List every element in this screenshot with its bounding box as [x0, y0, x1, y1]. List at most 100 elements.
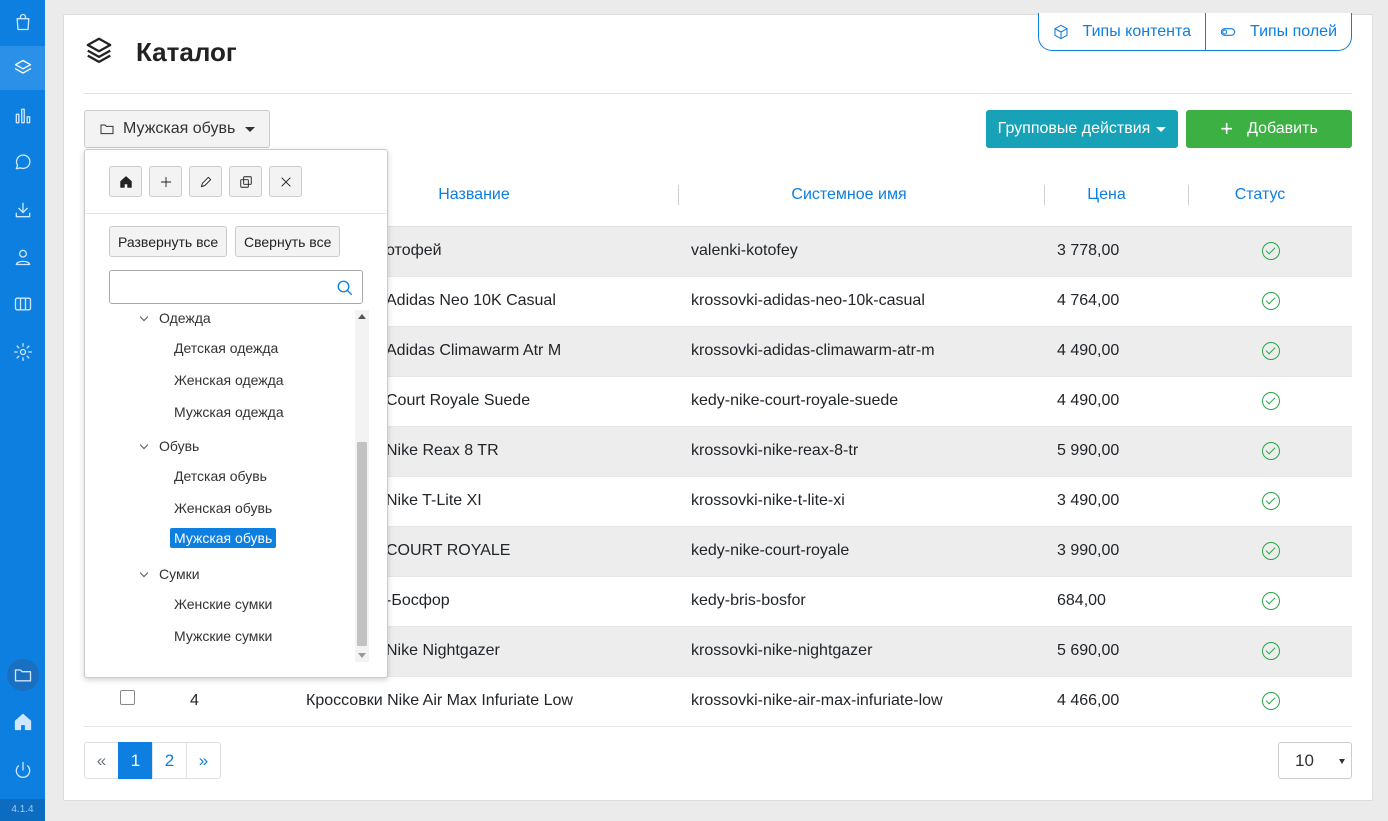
tree-node-clothing[interactable]: Одежда	[139, 310, 211, 326]
category-select-label: Мужская обувь	[123, 120, 236, 137]
bag-icon[interactable]	[0, 0, 45, 44]
row-title[interactable]: Nike T-Lite XI	[386, 477, 482, 525]
status-active-icon[interactable]	[1262, 292, 1280, 310]
row-title[interactable]: Adidas Climawarm Atr M	[386, 327, 561, 375]
gear-icon[interactable]	[0, 330, 45, 374]
column-separator	[1188, 185, 1189, 205]
page-title: Каталог	[136, 37, 237, 67]
tree-node-label: Обувь	[159, 438, 200, 454]
tree-search-input[interactable]	[109, 270, 363, 304]
tree-edit-button[interactable]	[189, 166, 222, 197]
column-header-title[interactable]: Название	[384, 175, 564, 227]
user-icon[interactable]	[0, 235, 45, 279]
cube-icon	[1053, 24, 1068, 39]
status-active-icon[interactable]	[1262, 542, 1280, 560]
toggle-icon	[1220, 27, 1236, 36]
tree-node-men-clothing[interactable]: Мужская одежда	[174, 404, 284, 420]
download-icon[interactable]	[0, 188, 45, 232]
row-price: 4 490,00	[1057, 392, 1120, 409]
scroll-down-icon[interactable]	[358, 653, 366, 658]
bar-chart-icon[interactable]	[0, 94, 45, 138]
status-active-icon[interactable]	[1262, 692, 1280, 710]
column-separator	[1044, 185, 1045, 205]
category-tree: Одежда Детская одежда Женская одежда Муж…	[85, 310, 353, 660]
power-icon[interactable]	[0, 748, 45, 792]
scroll-up-icon[interactable]	[358, 314, 366, 319]
column-header-slug[interactable]: Системное имя	[724, 175, 974, 227]
column-header-price[interactable]: Цена	[1069, 175, 1144, 227]
scrollbar-thumb[interactable]	[357, 442, 367, 646]
per-page-value: 10	[1295, 750, 1314, 770]
row-slug: valenki-kotofey	[691, 242, 798, 259]
chevron-down-icon[interactable]	[139, 440, 149, 450]
table-row[interactable]: 4 Кроссовки Nike Air Max Infuriate Low k…	[84, 677, 1352, 727]
content-tabs: Типы контента Типы полей	[1037, 13, 1352, 51]
row-title[interactable]: COURT ROYALE	[386, 527, 510, 575]
tree-copy-button[interactable]	[229, 166, 262, 197]
row-slug: kedy-nike-court-royale	[691, 542, 850, 559]
page-header: Каталог	[84, 35, 237, 70]
pagination-prev[interactable]: «	[84, 742, 119, 779]
folder-icon[interactable]	[0, 653, 45, 697]
tab-content-types[interactable]: Типы контента	[1037, 13, 1206, 51]
status-active-icon[interactable]	[1262, 642, 1280, 660]
tree-add-button[interactable]	[149, 166, 182, 197]
row-price: 684,00	[1057, 592, 1106, 609]
status-active-icon[interactable]	[1262, 442, 1280, 460]
tree-node-label: Сумки	[159, 566, 200, 582]
home-icon[interactable]	[0, 700, 45, 744]
chevron-down-icon	[1339, 759, 1345, 764]
row-title[interactable]: Court Royale Suede	[386, 377, 530, 425]
row-id: 4	[190, 692, 199, 709]
per-page-select[interactable]: 10	[1278, 742, 1352, 779]
status-active-icon[interactable]	[1262, 392, 1280, 410]
tree-scrollbar[interactable]	[355, 310, 369, 662]
group-actions-button[interactable]: Групповые действия	[986, 110, 1178, 148]
row-title[interactable]: -Босфор	[386, 577, 450, 625]
tree-node-men-shoes[interactable]: Мужская обувь	[170, 528, 277, 548]
tree-node-label: Мужская обувь	[170, 528, 277, 548]
category-select-button[interactable]: Мужская обувь	[84, 110, 271, 148]
row-price: 4 490,00	[1057, 342, 1120, 359]
status-active-icon[interactable]	[1262, 242, 1280, 260]
row-price: 3 990,00	[1057, 542, 1120, 559]
tree-node-kids-shoes[interactable]: Детская обувь	[174, 468, 267, 484]
status-active-icon[interactable]	[1262, 492, 1280, 510]
close-icon	[280, 176, 291, 187]
row-slug: krossovki-nike-t-lite-xi	[691, 492, 845, 509]
tree-node-women-bags[interactable]: Женские сумки	[174, 596, 272, 612]
chevron-down-icon[interactable]	[139, 568, 149, 578]
tree-node-shoes[interactable]: Обувь	[139, 438, 200, 454]
pagination-page-2[interactable]: 2	[152, 742, 187, 779]
tab-field-types-label: Типы полей	[1250, 22, 1337, 40]
tree-node-label: Женская обувь	[174, 500, 273, 516]
expand-all-button[interactable]: Развернуть все	[109, 226, 228, 257]
column-separator	[678, 185, 679, 205]
row-title[interactable]: Nike Reax 8 TR	[386, 427, 499, 475]
copy-icon	[239, 175, 252, 188]
row-checkbox[interactable]	[120, 690, 135, 705]
tree-node-kids-clothing[interactable]: Детская одежда	[174, 340, 278, 356]
collapse-all-button[interactable]: Свернуть все	[235, 226, 341, 257]
tree-node-women-clothing[interactable]: Женская одежда	[174, 372, 284, 388]
pagination-next[interactable]: »	[186, 742, 221, 779]
pagination-page-1[interactable]: 1	[118, 742, 153, 779]
tree-node-women-shoes[interactable]: Женская обувь	[174, 500, 272, 516]
tree-node-men-bags[interactable]: Мужские сумки	[174, 628, 272, 644]
columns-icon[interactable]	[0, 282, 45, 326]
row-title[interactable]: Кроссовки Nike Air Max Infuriate Low	[306, 677, 573, 725]
layers-icon[interactable]	[0, 46, 45, 90]
chevron-down-icon[interactable]	[139, 312, 149, 322]
tree-home-button[interactable]	[109, 166, 142, 197]
add-button[interactable]: + Добавить	[1186, 110, 1352, 148]
tab-field-types[interactable]: Типы полей	[1206, 13, 1352, 51]
tree-delete-button[interactable]	[269, 166, 302, 197]
status-active-icon[interactable]	[1262, 342, 1280, 360]
tab-content-types-label: Типы контента	[1082, 22, 1191, 40]
chat-icon[interactable]	[0, 140, 45, 184]
row-title[interactable]: Nike Nightgazer	[386, 627, 500, 675]
column-header-status[interactable]: Статус	[1224, 175, 1296, 227]
row-title[interactable]: Adidas Neo 10K Casual	[386, 277, 556, 325]
status-active-icon[interactable]	[1262, 592, 1280, 610]
tree-node-bags[interactable]: Сумки	[139, 566, 200, 582]
